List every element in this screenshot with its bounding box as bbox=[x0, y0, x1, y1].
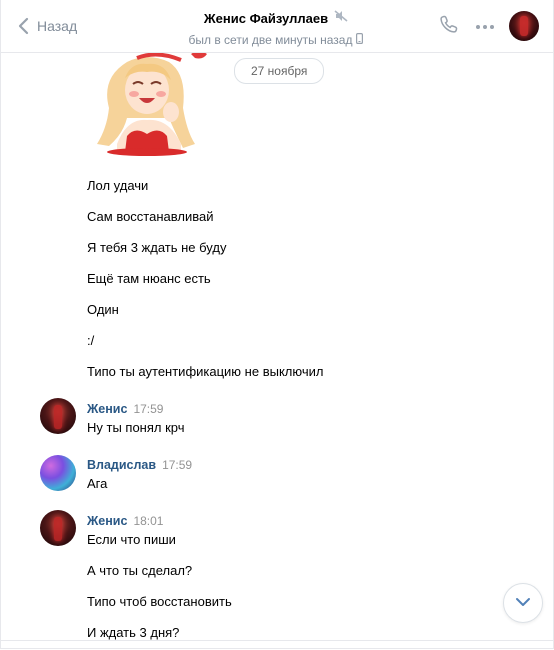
message-text: Если что пиши bbox=[87, 532, 176, 547]
avatar-vladislav[interactable] bbox=[40, 455, 76, 491]
author-name[interactable]: Владислав bbox=[87, 458, 156, 472]
message-author[interactable]: Женис 18:01 bbox=[87, 514, 163, 528]
message-text: :/ bbox=[87, 333, 95, 348]
message-text: Типо ты аутентификацию не выключил bbox=[87, 364, 324, 379]
message-text: Ага bbox=[87, 476, 108, 491]
avatar-zhenis[interactable] bbox=[40, 510, 76, 546]
muted-speaker-icon bbox=[334, 9, 348, 27]
chat-window: 27 ноября Лол удачи Сам восстанавливай Я… bbox=[0, 0, 554, 649]
phone-icon bbox=[439, 14, 459, 39]
message-text: Ещё там нюанс есть bbox=[87, 271, 211, 286]
back-label[interactable]: Назад bbox=[37, 18, 77, 34]
chat-title[interactable]: Женис Файзуллаев bbox=[204, 11, 328, 26]
composer-divider bbox=[1, 640, 553, 648]
message-author[interactable]: Женис 17:59 bbox=[87, 402, 163, 416]
author-name[interactable]: Женис bbox=[87, 402, 127, 416]
more-dots-icon bbox=[475, 17, 495, 35]
message-time: 17:59 bbox=[162, 458, 193, 472]
scroll-down-button[interactable] bbox=[503, 583, 543, 623]
message-text: И ждать 3 дня? bbox=[87, 625, 180, 640]
message-text: Один bbox=[87, 302, 119, 317]
mobile-phone-icon bbox=[356, 31, 364, 49]
message-text: Ну ты понял крч bbox=[87, 420, 185, 435]
message-time: 18:01 bbox=[133, 514, 164, 528]
message-time: 17:59 bbox=[133, 402, 164, 416]
author-name[interactable]: Женис bbox=[87, 514, 127, 528]
more-button[interactable] bbox=[467, 11, 503, 41]
message-text: Лол удачи bbox=[87, 178, 149, 193]
chat-header: Назад Женис Файзуллаев был в сети две ми… bbox=[1, 0, 553, 53]
message-text: Сам восстанавливай bbox=[87, 209, 214, 224]
message-author[interactable]: Владислав 17:59 bbox=[87, 458, 192, 472]
avatar-zhenis[interactable] bbox=[40, 398, 76, 434]
chevron-left-icon bbox=[17, 17, 29, 35]
back-button[interactable]: Назад bbox=[17, 14, 77, 38]
sticker-image bbox=[87, 48, 207, 156]
header-avatar[interactable] bbox=[509, 11, 539, 41]
message-text: Типо чтоб восстановить bbox=[87, 594, 232, 609]
message-text: Я тебя 3 ждать не буду bbox=[87, 240, 227, 255]
call-button[interactable] bbox=[431, 11, 467, 41]
message-text: А что ты сделал? bbox=[87, 563, 193, 578]
online-status: был в сети две минуты назад bbox=[188, 33, 353, 47]
chevron-down-icon bbox=[515, 594, 531, 612]
date-divider: 27 ноября bbox=[234, 58, 325, 84]
chat-title-area[interactable]: Женис Файзуллаев был в сети две минуты н… bbox=[161, 9, 391, 49]
